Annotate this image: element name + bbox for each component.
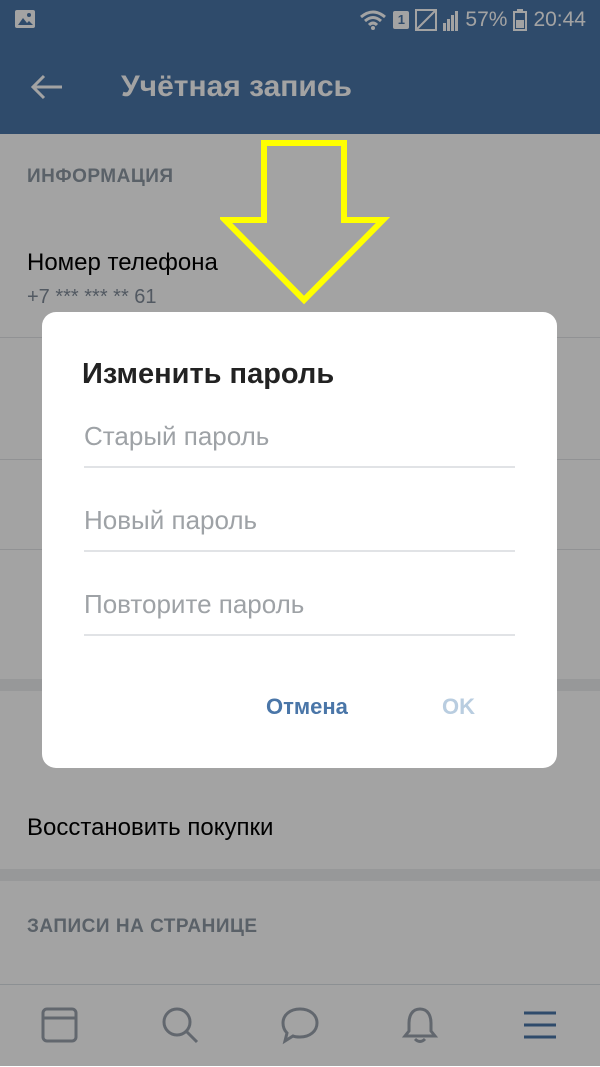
down-arrow-icon <box>220 140 390 305</box>
input-underline <box>84 550 515 552</box>
repeat-password-input[interactable] <box>84 580 515 628</box>
new-password-input[interactable] <box>84 496 515 544</box>
change-password-dialog: Изменить пароль Отмена OK <box>42 312 557 768</box>
new-password-field <box>84 496 515 552</box>
cancel-button[interactable]: Отмена <box>266 694 348 720</box>
ok-button[interactable]: OK <box>442 694 475 720</box>
input-underline <box>84 634 515 636</box>
input-underline <box>84 466 515 468</box>
repeat-password-field <box>84 580 515 636</box>
old-password-input[interactable] <box>84 412 515 460</box>
dialog-title: Изменить пароль <box>82 358 335 390</box>
old-password-field <box>84 412 515 468</box>
